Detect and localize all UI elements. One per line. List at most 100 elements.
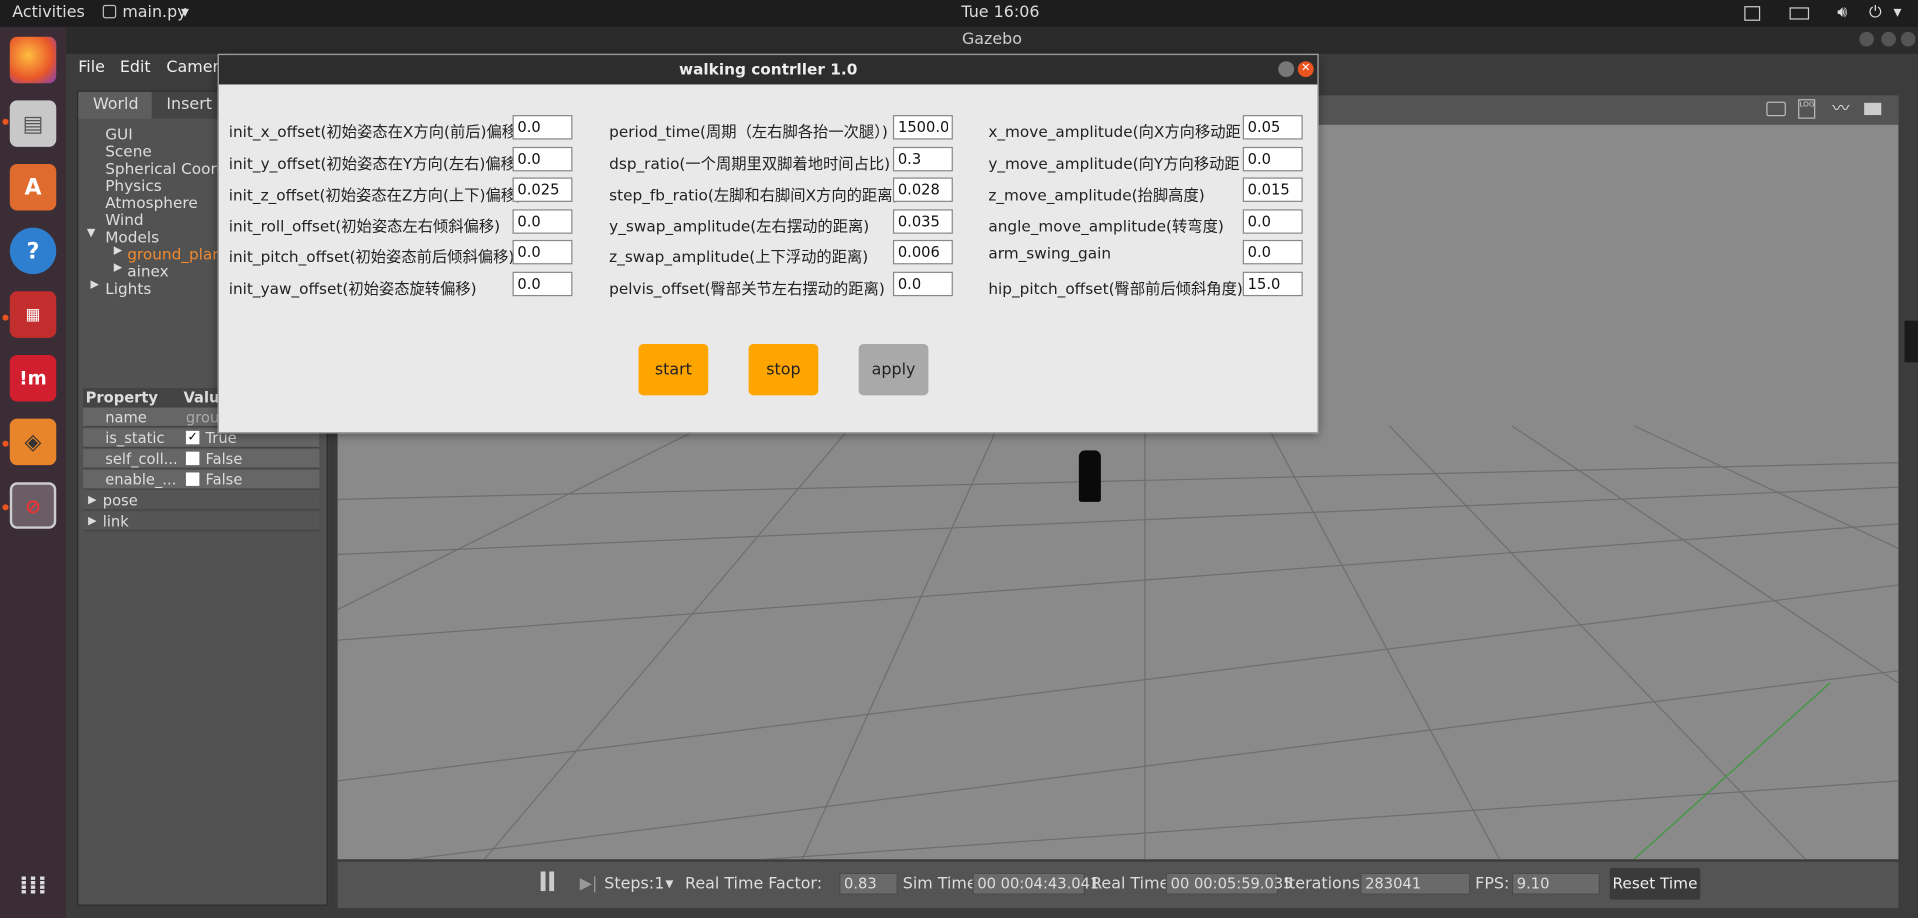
minimize-icon[interactable]: [1859, 31, 1874, 47]
init-yaw-offset-input[interactable]: [512, 271, 573, 297]
expand-arrow-icon[interactable]: ▼: [87, 228, 95, 240]
init-x-offset-input[interactable]: [512, 115, 573, 140]
terminal-app-icon[interactable]: ▦: [9, 291, 57, 338]
clock[interactable]: Tue 16:06: [961, 4, 1039, 22]
checkbox-checked-icon[interactable]: ✓: [185, 430, 200, 445]
tree-ainex[interactable]: ainex: [127, 262, 169, 280]
tree-spherical-coordinates[interactable]: Spherical Coordi: [105, 159, 230, 177]
x-move-amplitude-input[interactable]: [1242, 115, 1303, 140]
y-move-amplitude-input[interactable]: [1242, 146, 1303, 172]
init-roll-offset-input[interactable]: [512, 209, 573, 234]
sim-time-label: Sim Time:: [902, 875, 983, 894]
chevron-down-icon[interactable]: ▾: [1894, 4, 1902, 22]
robot-model[interactable]: [1078, 450, 1101, 502]
property-key: is_static: [105, 429, 165, 447]
property-key: link: [102, 512, 129, 530]
checkbox-unchecked-icon[interactable]: [185, 451, 200, 466]
property-row-self-collide[interactable]: self_coll... False: [83, 449, 320, 469]
software-center-icon[interactable]: A: [9, 164, 57, 211]
stop-button[interactable]: stop: [748, 343, 819, 396]
collapse-arrow-icon[interactable]: ▶: [88, 494, 96, 506]
pause-icon: [549, 871, 555, 892]
power-icon[interactable]: ⏻: [1869, 4, 1882, 22]
property-row-link[interactable]: ▶ link: [83, 511, 320, 532]
tree-lights[interactable]: Lights: [105, 279, 151, 297]
reset-time-button[interactable]: Reset Time: [1609, 867, 1701, 900]
help-icon[interactable]: ?: [9, 227, 57, 275]
show-apps-icon[interactable]: ⁞⁞⁞: [10, 862, 56, 909]
tree-gui[interactable]: GUI: [105, 125, 133, 143]
start-button[interactable]: start: [638, 343, 709, 396]
im-app-icon[interactable]: !m: [9, 354, 57, 402]
network-icon[interactable]: [1789, 7, 1810, 20]
z-move-amplitude-input[interactable]: [1242, 177, 1303, 202]
app-menu[interactable]: main.py: [122, 4, 186, 22]
init-z-offset-input[interactable]: [512, 177, 573, 202]
maximize-icon[interactable]: [1881, 31, 1896, 47]
rtf-value: 0.83: [839, 872, 898, 895]
fps-label: FPS:: [1475, 875, 1510, 894]
sim-time-value: 00 00:04:43.041: [972, 872, 1099, 895]
tab-world[interactable]: World: [78, 91, 154, 119]
init-z-offset-label: init_z_offset(初始姿态在Z方向(上下)偏移): [228, 186, 523, 205]
collapse-arrow-icon[interactable]: ▶: [88, 515, 96, 527]
steps-value[interactable]: 1: [654, 875, 664, 893]
right-panel-handle[interactable]: [1904, 320, 1918, 363]
real-time-value: 00 00:05:59.035: [1165, 872, 1293, 895]
property-value[interactable]: grou: [186, 409, 219, 426]
tree-models[interactable]: Models: [105, 228, 159, 246]
close-icon[interactable]: [1900, 31, 1916, 47]
collapse-arrow-icon[interactable]: ▶: [91, 279, 99, 291]
step-icon[interactable]: ▶|: [580, 875, 598, 893]
chevron-down-icon[interactable]: ▾: [665, 875, 673, 893]
dialog-title: walking contrller 1.0: [678, 59, 858, 79]
camera-icon[interactable]: [1766, 101, 1786, 117]
tree-physics[interactable]: Physics: [105, 176, 162, 194]
menu-file[interactable]: File: [78, 59, 105, 77]
pause-icon[interactable]: [540, 871, 546, 892]
video-icon[interactable]: [1864, 102, 1882, 116]
collapse-arrow-icon[interactable]: ▶: [114, 245, 122, 257]
menu-edit[interactable]: Edit: [120, 59, 151, 77]
tree-atmosphere[interactable]: Atmosphere: [105, 193, 198, 211]
plot-icon[interactable]: 〰: [1832, 95, 1849, 119]
property-key: pose: [102, 492, 138, 510]
firefox-icon[interactable]: [9, 36, 57, 84]
activities-button[interactable]: Activities: [12, 4, 85, 22]
tree-scene[interactable]: Scene: [105, 142, 152, 160]
angle-move-amplitude-input[interactable]: [1242, 209, 1303, 234]
init-pitch-offset-input[interactable]: [512, 239, 573, 265]
period-time-input[interactable]: [892, 115, 953, 140]
checkbox-unchecked-icon[interactable]: [185, 472, 200, 486]
tab-insert[interactable]: Insert: [151, 91, 227, 119]
init-pitch-offset-label: init_pitch_offset(初始姿态前后倾斜偏移): [228, 247, 515, 266]
z-move-amplitude-label: z_move_amplitude(抬脚高度): [988, 186, 1205, 205]
chevron-down-icon[interactable]: ▾: [181, 4, 189, 22]
collapse-arrow-icon[interactable]: ▶: [114, 262, 122, 274]
volume-icon[interactable]: 🔊︎: [1837, 4, 1847, 22]
gazebo-app-icon[interactable]: ⊘: [9, 482, 57, 529]
hip-pitch-offset-input[interactable]: [1242, 271, 1303, 297]
pelvis-offset-input[interactable]: [892, 271, 953, 297]
step-fb-ratio-label: step_fb_ratio(左脚和右脚间X方向的距离): [609, 186, 899, 205]
running-indicator: [2, 440, 9, 447]
layers-app-icon[interactable]: ◈: [9, 418, 57, 466]
property-row-pose[interactable]: ▶ pose: [83, 490, 320, 511]
close-icon[interactable]: ✕: [1297, 61, 1314, 78]
apply-button[interactable]: apply: [858, 343, 929, 396]
minimize-icon[interactable]: [1278, 61, 1295, 78]
y-swap-amplitude-input[interactable]: [892, 209, 953, 234]
z-swap-amplitude-input[interactable]: [892, 239, 953, 265]
step-fb-ratio-input[interactable]: [892, 177, 953, 202]
keyboard-indicator-icon[interactable]: [1744, 6, 1761, 21]
arm-swing-gain-input[interactable]: [1242, 239, 1303, 265]
files-icon[interactable]: ▤: [9, 100, 57, 147]
pelvis-offset-label: pelvis_offset(臀部关节左右摆动的距离): [609, 279, 885, 298]
tree-ground-plane[interactable]: ground_plane: [127, 245, 231, 263]
tree-wind[interactable]: Wind: [105, 211, 143, 229]
init-y-offset-input[interactable]: [512, 146, 573, 172]
running-indicator: [2, 504, 9, 511]
log-icon[interactable]: LOG: [1798, 99, 1816, 119]
dsp-ratio-input[interactable]: [892, 146, 953, 172]
property-row-enable-wind[interactable]: enable_... False: [83, 470, 320, 490]
